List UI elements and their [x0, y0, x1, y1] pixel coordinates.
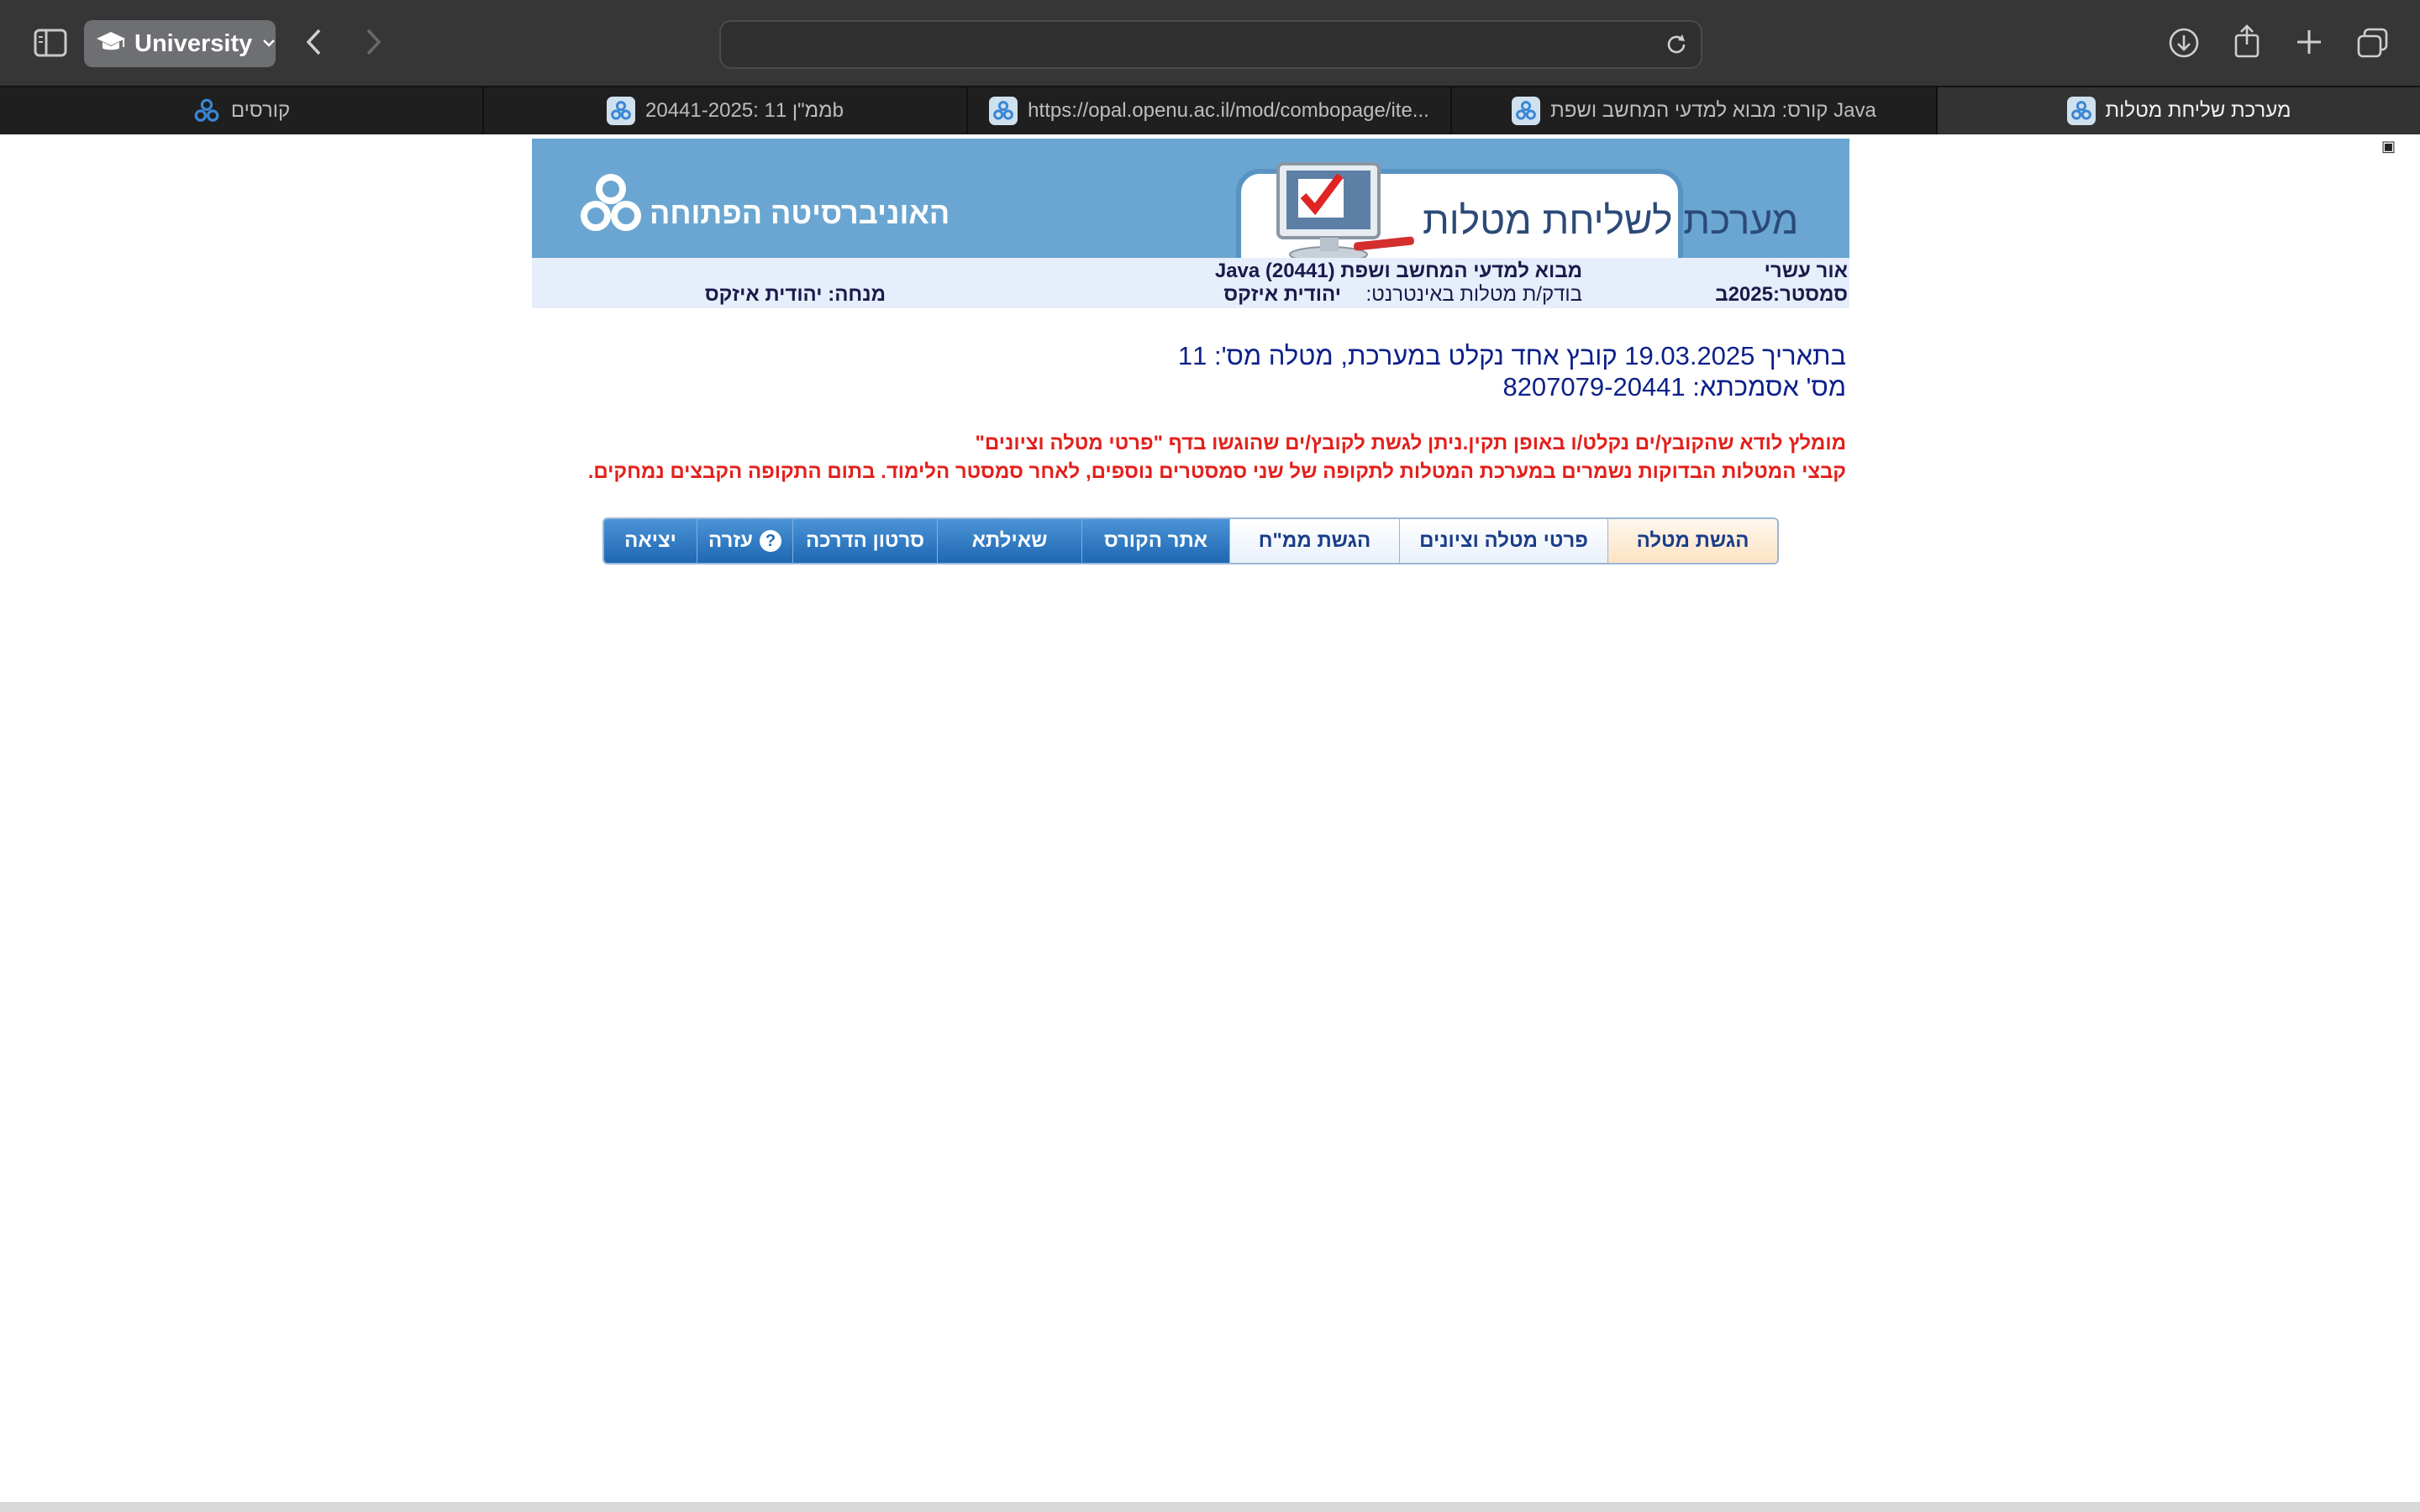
- graduation-cap-icon: [96, 30, 126, 58]
- browser-tab[interactable]: ממ"ן 11 :20441-2025b: [482, 87, 966, 134]
- nav-submit-mmh[interactable]: הגשת ממ"ח: [1229, 519, 1399, 563]
- new-tab-icon[interactable]: [2294, 27, 2324, 57]
- tab-label: קורסים: [230, 99, 291, 122]
- org-name: האוניברסיטה הפתוחה: [650, 196, 950, 230]
- tab-overview-icon[interactable]: [2356, 27, 2390, 59]
- system-title: מערכת לשליחת מטלות: [1423, 198, 1799, 242]
- nav-exit[interactable]: יציאה: [604, 519, 697, 563]
- help-question-icon: ?: [759, 530, 781, 552]
- open-university-logo-icon: [579, 172, 643, 234]
- window-bottom-edge: [0, 1502, 2420, 1512]
- nav-assignment-details[interactable]: פרטי מטלה וציונים: [1399, 519, 1607, 563]
- main-nav: הגשת מטלה פרטי מטלה וציונים הגשת ממ"ח את…: [602, 517, 1779, 564]
- nav-help[interactable]: ? עזרה: [697, 519, 792, 563]
- browser-tab[interactable]: קורסים: [0, 87, 482, 134]
- browser-toolbar: University: [0, 0, 2420, 86]
- forward-icon[interactable]: [363, 27, 383, 57]
- student-info-bar: אור עשרי סמסטר:2025ב מבוא למדעי המחשב וש…: [532, 258, 1849, 308]
- checker-label: בודק/ת מטלות באינטרנט:: [1365, 283, 1582, 306]
- profile-name: University: [134, 29, 253, 57]
- open-university-logo-icon: [989, 97, 1018, 125]
- open-university-logo-icon: [1512, 97, 1541, 125]
- open-university-logo-icon: [607, 97, 636, 125]
- nav-tutorial-video[interactable]: סרטון הדרכה: [792, 519, 937, 563]
- browser-tab[interactable]: https://opal.openu.ac.il/mod/combopage/i…: [966, 87, 1450, 134]
- tab-label: מערכת שליחת מטלות: [2105, 99, 2291, 122]
- verify-warning: מומלץ לודא שהקובץ/ים נקלט/ו באופן תקין.נ…: [975, 432, 1846, 454]
- site-banner: האוניברסיטה הפתוחה מערכת לשליחת מטלות: [532, 139, 1849, 258]
- nav-course-site[interactable]: אתר הקורס: [1081, 519, 1229, 563]
- checker-name: יהודית איזקס: [1223, 283, 1341, 306]
- sidebar-toggle-icon[interactable]: [34, 29, 67, 57]
- chevron-down-icon: [262, 36, 276, 51]
- submission-confirmation: בתאריך 19.03.2025 קובץ אחד נקלט במערכת, …: [1177, 341, 1846, 370]
- small-window-icon: ▣: [2381, 138, 2396, 155]
- nav-question[interactable]: שאילתא: [937, 519, 1081, 563]
- retention-warning: קבצי המטלות הבדוקות נשמרים במערכת המטלות…: [587, 460, 1846, 483]
- nav-help-label: עזרה: [708, 529, 753, 552]
- computer-checkmark-icon: [1261, 157, 1421, 258]
- browser-tab-active[interactable]: מערכת שליחת מטלות: [1936, 87, 2420, 134]
- semester: סמסטר:2025ב: [1715, 283, 1848, 306]
- course-name: מבוא למדעי המחשב ושפת Java (20441): [1214, 260, 1582, 282]
- open-university-logo-icon: [2066, 97, 2096, 125]
- back-icon[interactable]: [304, 27, 324, 57]
- tab-bar: קורסים ממ"ן 11 :20441-2025b https://opal…: [0, 86, 2420, 134]
- downloads-icon[interactable]: [2168, 27, 2200, 59]
- reload-icon[interactable]: [1664, 32, 1689, 61]
- open-university-logo-icon: [192, 97, 221, 125]
- student-name: אור עשרי: [1764, 260, 1848, 282]
- profile-selector[interactable]: University: [84, 20, 276, 67]
- tutor-name: מנחה: יהודית איזקס: [704, 283, 886, 306]
- share-icon[interactable]: [2232, 24, 2262, 59]
- tab-label: https://opal.openu.ac.il/mod/combopage/i…: [1028, 99, 1429, 122]
- tab-label: ממ"ן 11 :20441-2025b: [645, 99, 844, 122]
- browser-tab[interactable]: קורס: מבוא למדעי המחשב ושפת Java: [1450, 87, 1936, 134]
- reference-number: מס' אסמכתא: 8207079-20441: [1502, 372, 1846, 402]
- tab-label: קורס: מבוא למדעי המחשב ושפת Java: [1550, 99, 1876, 122]
- nav-submit-assignment[interactable]: הגשת מטלה: [1607, 519, 1777, 563]
- address-bar[interactable]: [719, 20, 1702, 69]
